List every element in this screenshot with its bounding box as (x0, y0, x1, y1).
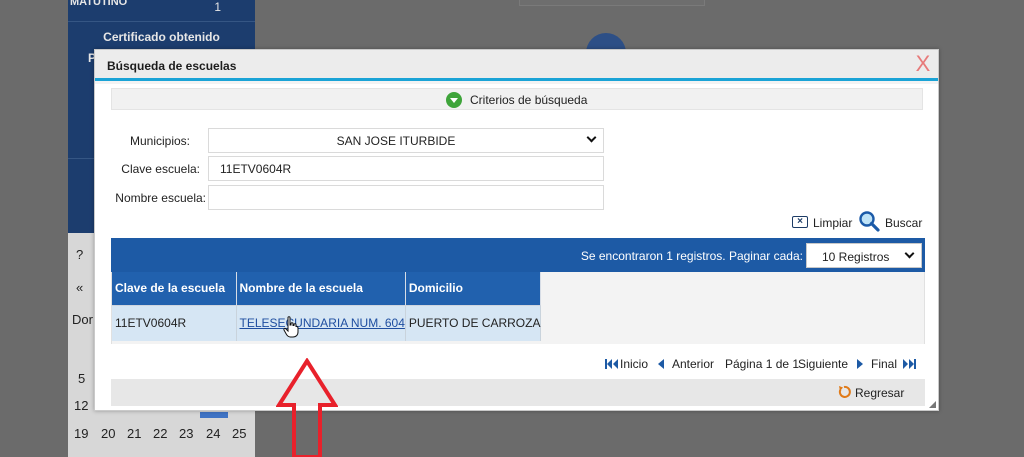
calendar-day: 20 (101, 426, 116, 441)
undo-icon (838, 385, 851, 398)
calendar-day: 24 (206, 426, 221, 441)
last-page-link[interactable]: Final (871, 357, 897, 371)
calendar-day: 12 (74, 398, 89, 413)
dialog-header: Búsqueda de escuelas X (95, 50, 938, 81)
table-row[interactable]: 11ETV0604R TELESECUNDARIA NUM. 604 PUERT… (112, 305, 542, 341)
nombre-escuela-input[interactable] (208, 185, 604, 210)
resize-handle[interactable] (929, 401, 936, 408)
results-summary: Se encontraron 1 registros. Paginar cada… (580, 249, 803, 263)
regresar-button[interactable]: Regresar (837, 385, 917, 401)
dialog-title: Búsqueda de escuelas (107, 59, 237, 73)
calendar-day-header: Dor (72, 312, 93, 327)
school-name-link[interactable]: TELESECUNDARIA NUM. 604 (236, 305, 406, 341)
page-size-value: 10 Registros (822, 250, 890, 264)
column-header-nombre[interactable]: Nombre de la escuela (236, 272, 406, 306)
shift-label: MATUTINO (70, 0, 128, 8)
municipios-selected-value: SAN JOSE ITURBIDE (336, 134, 456, 148)
chevron-down-icon (586, 132, 597, 143)
calendar-day: 19 (74, 426, 89, 441)
school-search-dialog: Búsqueda de escuelas X Criterios de búsq… (94, 49, 939, 411)
search-criteria-toggle[interactable]: Criterios de búsqueda (111, 88, 923, 110)
column-header-clave[interactable]: Clave de la escuela (112, 272, 237, 306)
dialog-footer: Regresar (111, 379, 925, 406)
table-header-row: Clave de la escuela Nombre de la escuela… (112, 272, 542, 306)
municipios-label: Municipios: (129, 134, 190, 148)
search-criteria-label: Criterios de búsqueda (470, 93, 588, 107)
hand-cursor-icon (283, 316, 299, 338)
buscar-label: Buscar (885, 216, 923, 230)
background-input-box (519, 0, 705, 6)
prev-page-link[interactable]: Anterior (672, 357, 714, 371)
search-icon (859, 211, 880, 232)
calendar-day: 23 (179, 426, 194, 441)
calendar-day: 5 (78, 371, 86, 386)
certificate-heading: Certificado obtenido (103, 30, 220, 44)
calendar-day: 25 (232, 426, 247, 441)
annotation-arrow-icon (276, 358, 338, 457)
regresar-label: Regresar (855, 386, 905, 400)
chevron-down-icon (446, 92, 462, 108)
first-page-icon[interactable] (605, 359, 618, 369)
calendar-help: ? (76, 247, 84, 262)
column-header-domicilio[interactable]: Domicilio (405, 272, 542, 306)
limpiar-label: Limpiar (813, 216, 853, 230)
calendar-selected-day (200, 412, 228, 418)
nombre-escuela-label: Nombre escuela: (115, 191, 206, 205)
shift-count: 1 (214, 0, 221, 14)
cell-clave: 11ETV0604R (112, 305, 237, 341)
results-grid: Clave de la escuela Nombre de la escuela… (111, 272, 925, 344)
chevron-down-icon (904, 248, 915, 259)
page-size-select[interactable]: 10 Registros (806, 243, 922, 268)
results-toolbar: Se encontraron 1 registros. Paginar cada… (111, 238, 925, 272)
last-page-icon[interactable] (903, 359, 916, 369)
first-page-link[interactable]: Inicio (620, 357, 648, 371)
calendar-day: 22 (153, 426, 168, 441)
prev-page-icon[interactable] (658, 359, 664, 369)
clear-icon: × (792, 216, 808, 228)
next-page-icon[interactable] (857, 359, 863, 369)
dialog-body: Criterios de búsqueda Municipios: SAN JO… (95, 84, 938, 410)
next-page-link[interactable]: Siguiente (798, 357, 848, 371)
close-button[interactable]: X (912, 51, 934, 77)
page-info: Página 1 de 1 (725, 357, 800, 371)
results-table: Clave de la escuela Nombre de la escuela… (112, 272, 542, 341)
clave-escuela-label: Clave escuela: (121, 162, 200, 176)
sidebar-shift-row: MATUTINO 1 (68, 0, 255, 22)
cell-domicilio: PUERTO DE CARROZA (405, 305, 542, 341)
calendar-day: 21 (127, 426, 142, 441)
clave-escuela-input[interactable] (208, 156, 604, 181)
calendar-prev-month: « (76, 280, 84, 295)
municipios-select[interactable]: SAN JOSE ITURBIDE (208, 128, 604, 153)
pagination: Inicio Anterior Página 1 de 1 Siguiente … (605, 355, 925, 373)
